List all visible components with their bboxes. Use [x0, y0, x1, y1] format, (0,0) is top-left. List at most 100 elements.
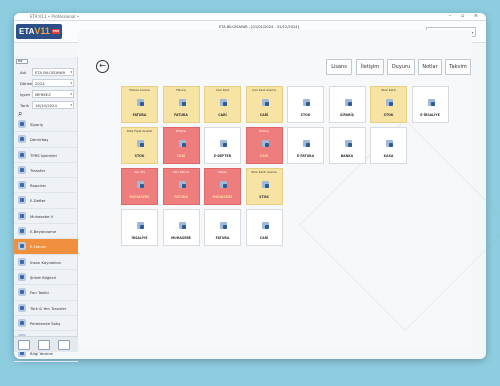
tile-title: Stok Fiyat Analizi	[126, 129, 153, 133]
module-icon	[178, 181, 186, 188]
date-field[interactable]: 16/10/2024 ▾	[32, 101, 74, 109]
module-icon	[178, 222, 186, 229]
tab-1[interactable]: İletişim	[356, 59, 384, 75]
module-icon	[427, 99, 435, 106]
title-bar: ETA:V11 • Professional • – ▫ ×	[14, 13, 486, 21]
module-tile[interactable]: Yeni Fatura FATURA	[162, 168, 200, 205]
company-name-field[interactable]: ETA BİLGİSAYAR ▾	[32, 68, 74, 76]
tile-title: Cari Kart Arama	[252, 88, 276, 92]
field-row: İşyeri MERKEZ ▾	[20, 90, 74, 98]
tile-label: CARİ	[176, 154, 186, 158]
module-tile[interactable]: MUHASEBE	[162, 209, 200, 246]
sidebar-item[interactable]: E-Fatura	[14, 239, 78, 255]
module-tile[interactable]: KASA	[370, 127, 407, 164]
tab-0[interactable]: Lisans	[326, 59, 352, 75]
bottom-button-3[interactable]	[58, 340, 70, 350]
tile-label: CARİ	[259, 154, 269, 158]
module-tile[interactable]: İRSALİYE	[121, 209, 158, 246]
tile-label: KASA	[383, 154, 394, 158]
sidebar-item-label: Türk & Yen Transfer	[30, 305, 67, 311]
module-tile[interactable]: E-DEFTER	[204, 127, 241, 164]
sidebar-item[interactable]: Perakende Satış	[14, 316, 78, 332]
sidebar-item-label: Sipariş	[30, 122, 43, 127]
module-tile[interactable]: Ekstre CARİ	[162, 127, 200, 164]
sidebar-item-label: Bilgi Yardımı	[30, 351, 54, 357]
sidebar-item[interactable]: Muhasebe V	[14, 209, 78, 225]
module-tile[interactable]: Ekstre CARİ	[245, 127, 283, 164]
module-icon	[137, 140, 144, 147]
sidebar-item[interactable]: İnsan Kaynakları	[14, 255, 78, 270]
tab-4[interactable]: Takvim	[445, 59, 471, 75]
sidebar-item[interactable]: Şirket Bilgileri	[14, 270, 78, 286]
tile-label: FATURA	[132, 113, 147, 117]
sidebar-bottom-bar	[14, 336, 78, 352]
module-tile[interactable]: BANKA	[328, 127, 366, 164]
module-icon	[18, 303, 26, 312]
module-tile[interactable]: E-FATURA	[287, 127, 324, 164]
module-tile[interactable]: Mizan MUHASEBE	[204, 168, 241, 205]
module-icon	[303, 140, 310, 147]
sidebar-item[interactable]: Fon Takibi	[14, 285, 78, 301]
module-tile[interactable]: E-İRSALİYE	[411, 86, 449, 123]
module-tile[interactable]: Yeni Fiş MUHASEBE	[121, 168, 158, 205]
tile-label: E-FATURA	[296, 154, 315, 158]
module-tile[interactable]: STOK	[287, 86, 324, 123]
field-row: Dönem 2024 ▾	[20, 79, 74, 87]
module-icon	[344, 99, 352, 106]
sidebar-item[interactable]: E-Beyanname	[14, 224, 78, 240]
module-icon	[18, 227, 26, 236]
tab-3[interactable]: Notlar	[418, 59, 442, 75]
module-icon	[220, 222, 227, 229]
module-tile[interactable]: Stok Fiyat Analizi STOK	[121, 127, 158, 164]
tile-title: Stok Kartı Arama	[251, 170, 277, 174]
sidebar-item-label: Fon Takibi	[30, 290, 49, 296]
window-title: ETA:V11 • Professional •	[30, 14, 80, 19]
module-tile[interactable]: Fatura Arama FATURA	[121, 86, 158, 123]
tile-label: CARİ	[259, 236, 269, 240]
workplace-field[interactable]: MERKEZ ▾	[32, 90, 74, 98]
module-tile[interactable]: Stok Kartı Arama STOK	[245, 168, 283, 205]
bottom-button-2[interactable]	[38, 340, 50, 350]
tile-title: Fatura	[176, 88, 186, 92]
tile-title: Yeni Fiş	[134, 170, 145, 174]
module-icon	[178, 140, 186, 147]
module-icon	[386, 99, 393, 106]
window-controls[interactable]: – ▫ ×	[449, 13, 482, 19]
module-tile[interactable]: Cari Kart CARİ	[204, 86, 241, 123]
tile-title: Cari Kart	[215, 88, 230, 92]
module-tile[interactable]: Fatura FATURA	[162, 86, 200, 123]
sidebar-top-button[interactable]: Elk	[16, 59, 28, 64]
tab-2[interactable]: Duyuru	[387, 59, 415, 75]
period-field[interactable]: 2024 ▾	[32, 79, 74, 87]
module-icon	[18, 242, 26, 251]
tile-label: FATURA	[174, 195, 188, 199]
sidebar-item[interactable]: E-Defter	[14, 193, 78, 209]
module-tile[interactable]: CARİ	[245, 209, 283, 246]
module-icon	[261, 140, 269, 147]
sidebar-item[interactable]: TPRS İşlemleri	[14, 148, 78, 163]
sidebar-item[interactable]: Demirbaş	[14, 132, 78, 148]
tile-title: Stok Kartı	[381, 88, 396, 92]
back-button[interactable]: ←	[96, 60, 109, 73]
module-tile[interactable]: SİPARİŞ	[328, 86, 366, 123]
module-tile[interactable]: Cari Kart Arama CARİ	[245, 86, 283, 123]
sidebar-item[interactable]: Transfer	[14, 163, 78, 179]
module-icon	[344, 140, 352, 147]
sidebar-item[interactable]: Türk & Yen Transfer	[14, 301, 78, 316]
sidebar-item-label: E-Defter	[30, 198, 46, 204]
sidebar: Elk Adı ETA BİLGİSAYAR ▾ Dönem 2024 ▾ İşye…	[14, 57, 78, 362]
module-tile[interactable]: Stok Kartı STOK	[370, 86, 407, 123]
tile-label: E-DEFTER	[213, 154, 232, 158]
sidebar-item[interactable]: Sipariş	[14, 117, 78, 133]
module-icon	[137, 222, 144, 229]
tile-title: Yeni Fatura	[172, 170, 190, 174]
module-tile[interactable]: FATURA	[204, 209, 241, 246]
tile-label: MUHASEBE	[212, 195, 233, 199]
tile-label: E-İRSALİYE	[420, 113, 440, 117]
tile-title: Mizan	[218, 170, 227, 174]
tile-title: Ekstre	[176, 129, 186, 133]
sidebar-item-label: Şirket Bilgileri	[30, 274, 57, 280]
sidebar-item[interactable]: Raporlar	[14, 178, 78, 194]
bottom-button-1[interactable]	[18, 340, 30, 350]
module-icon	[178, 99, 186, 106]
